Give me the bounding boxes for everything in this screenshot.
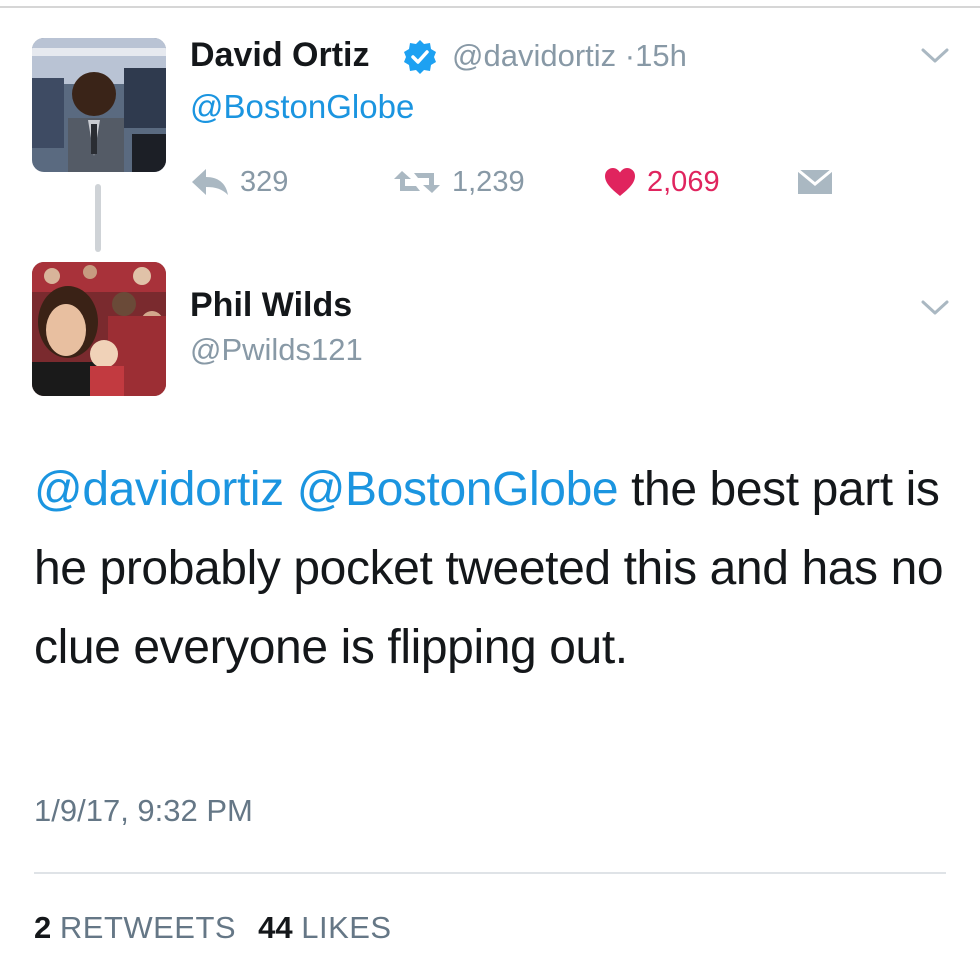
retweet-count: 1,239: [452, 165, 525, 198]
top-divider: [0, 6, 980, 8]
author-name[interactable]: David Ortiz: [190, 36, 369, 75]
tweet-text: @davidortiz @BostonGlobe the best part i…: [34, 450, 954, 687]
author-handle[interactable]: @Pwilds121: [190, 332, 363, 368]
like-label: LIKES: [301, 910, 392, 945]
reply-icon: [192, 169, 228, 195]
avatar-david-ortiz[interactable]: [32, 38, 166, 172]
like-count: 2,069: [647, 165, 720, 198]
author-name[interactable]: Phil Wilds: [190, 286, 352, 325]
author-handle[interactable]: @davidortiz: [452, 38, 616, 73]
reply-count: 329: [240, 165, 289, 198]
engagement-stats: 2 RETWEETS 44 LIKES: [34, 910, 392, 946]
like-total: 44: [258, 910, 293, 945]
retweet-label: RETWEETS: [59, 910, 237, 945]
stats-divider: [34, 872, 946, 874]
heart-icon: [605, 168, 635, 196]
mention-link[interactable]: @davidortiz: [34, 463, 284, 516]
likes-stat[interactable]: 44 LIKES: [258, 910, 392, 946]
chevron-down-icon[interactable]: [920, 298, 950, 318]
handle-and-time: @davidortiz ·15h: [452, 38, 687, 74]
like-button[interactable]: 2,069: [603, 164, 720, 200]
retweet-icon: [394, 171, 440, 193]
avatar-phil-wilds[interactable]: [32, 262, 166, 396]
retweet-button[interactable]: 1,239: [392, 164, 525, 200]
retweets-stat[interactable]: 2 RETWEETS: [34, 910, 236, 946]
time-ago[interactable]: 15h: [635, 38, 687, 73]
chevron-down-icon[interactable]: [920, 46, 950, 66]
thread-connector-line: [95, 184, 101, 252]
tweet-timestamp[interactable]: 1/9/17, 9:32 PM: [34, 793, 253, 829]
meta-separator: ·: [624, 38, 636, 73]
direct-message-button[interactable]: [796, 164, 834, 200]
mention-link[interactable]: @BostonGlobe: [297, 463, 619, 516]
retweet-total: 2: [34, 910, 52, 945]
envelope-icon: [797, 168, 833, 194]
parent-tweet-text[interactable]: @BostonGlobe: [190, 88, 414, 126]
verified-badge-icon: [404, 40, 436, 74]
reply-button[interactable]: 329: [190, 164, 288, 200]
